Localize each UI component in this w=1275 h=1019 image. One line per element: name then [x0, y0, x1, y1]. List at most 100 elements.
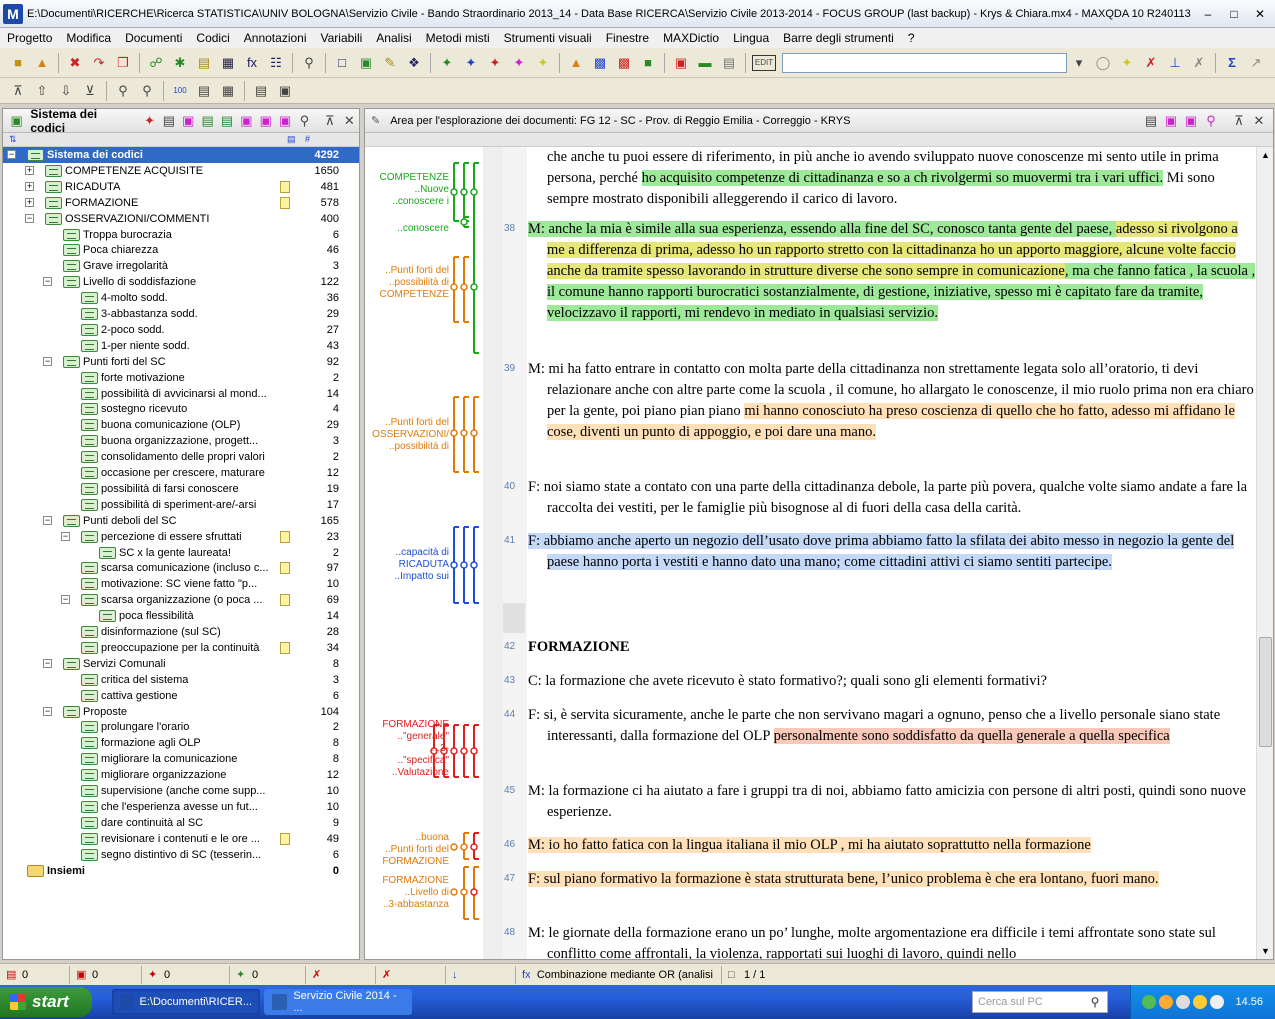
code-tree-row[interactable]: prolungare l'orario 2	[3, 719, 359, 735]
document-paragraph[interactable]: 43 C: la formazione che avete ricevuto è …	[504, 671, 1258, 692]
menu-item-1[interactable]: Modifica	[59, 31, 118, 45]
new-project-icon[interactable]: ■	[8, 53, 28, 73]
remove-code-icon[interactable]: ✗	[1141, 53, 1161, 73]
tray-network-icon[interactable]	[1176, 995, 1191, 1009]
fit-icon[interactable]: ▦	[218, 81, 238, 101]
collapse-icon[interactable]: −	[61, 595, 70, 605]
code-tree-row[interactable]: − Punti forti del SC 92	[3, 354, 359, 370]
coded-segment[interactable]: personalmente sono soddisfatto da quella…	[773, 728, 1170, 744]
pin-icon[interactable]: ⊼	[320, 111, 339, 131]
code-tree-row[interactable]: supervisione (anche come supp... 10	[3, 783, 359, 799]
search-icon[interactable]: ⚲	[1201, 111, 1221, 131]
code-tree-row[interactable]: − Proposte 104	[3, 704, 359, 720]
status-segments[interactable]: ✦ 0	[230, 965, 306, 984]
code-favorites-icon[interactable]: ▣	[237, 111, 256, 131]
code-tree-row[interactable]: Poca chiarezza 46	[3, 242, 359, 258]
matrix-icon[interactable]: ▩	[590, 53, 610, 73]
code-tree-row[interactable]: sostegno ricevuto 4	[3, 401, 359, 417]
code-tree-row[interactable]: formazione agli OLP 8	[3, 735, 359, 751]
colors-icon[interactable]: ▣	[671, 53, 691, 73]
code-tree-row[interactable]: possibilità di speriment-are/-arsi 17	[3, 497, 359, 513]
code-tree-row[interactable]: cattiva gestione 6	[3, 688, 359, 704]
expand-icon[interactable]: +	[25, 181, 34, 191]
code-tree-row[interactable]: buona organizzazione, progett... 3	[3, 433, 359, 449]
code-tree-row[interactable]: 1-per niente sodd. 43	[3, 338, 359, 354]
function-icon[interactable]: fx	[242, 53, 262, 73]
minimize-button[interactable]: –	[1197, 5, 1219, 23]
pin-icon[interactable]: ⊼	[1229, 111, 1249, 131]
code-tree-row[interactable]: che l'esperienza avesse un fut... 10	[3, 799, 359, 815]
tray-shield-icon[interactable]	[1193, 995, 1208, 1009]
maximize-button[interactable]: □	[1223, 5, 1245, 23]
code-stripe-label[interactable]: ..buona ..Punti forti del FORMAZIONE	[365, 832, 449, 868]
document-paragraph[interactable]: 40 F: noi siamo state a contato con una p…	[504, 477, 1258, 519]
export-icon[interactable]: ▣	[1161, 111, 1181, 131]
close-panel-icon[interactable]: ✕	[340, 111, 359, 131]
zoom-in-icon[interactable]: ⚲	[113, 81, 133, 101]
tray-update-icon[interactable]	[1159, 995, 1174, 1009]
code-tree-row[interactable]: disinformazione (sul SC) 28	[3, 624, 359, 640]
sum-icon[interactable]: Σ	[1222, 53, 1242, 73]
menu-item-2[interactable]: Documenti	[118, 31, 189, 45]
quick-code-icon[interactable]: ◯	[1093, 53, 1113, 73]
zoom-out-icon[interactable]: ⚲	[137, 81, 157, 101]
strike-icon[interactable]: ✗	[1189, 53, 1209, 73]
sort-icon[interactable]: ⇅	[9, 134, 17, 145]
search-icon[interactable]: ⚲	[1084, 992, 1106, 1012]
menu-item-13[interactable]: ?	[901, 31, 922, 45]
close-panel-icon[interactable]: ✕	[1249, 111, 1269, 131]
zoom-100-icon[interactable]: 100	[170, 81, 190, 101]
expand-icon[interactable]: +	[25, 165, 34, 175]
code-tree-row[interactable]: − scarsa organizzazione (o poca ... 69	[3, 592, 359, 608]
code-tree-row[interactable]: + FORMAZIONE 578	[3, 195, 359, 211]
code-tree-row[interactable]: possibilità di farsi conoscere 19	[3, 481, 359, 497]
combo-dropdown-icon[interactable]: ▾	[1069, 53, 1089, 73]
menu-item-10[interactable]: MAXDictio	[656, 31, 726, 45]
code-memo-icon[interactable]: ▤	[198, 111, 217, 131]
scroll-down-arrow-icon[interactable]: ▼	[1257, 943, 1273, 959]
activate-blue-icon[interactable]: ✦	[461, 53, 481, 73]
document-paragraph[interactable]: 41 F: abbiamo anche aperto un negozio del…	[504, 531, 1258, 573]
scrollbar-thumb[interactable]	[1259, 637, 1272, 747]
link-icon[interactable]: ↷	[89, 53, 109, 73]
search-icon[interactable]: ⚲	[295, 111, 314, 131]
coded-segment[interactable]: M: anche la mia è simile alla sua esperi…	[528, 221, 1116, 237]
chart-icon[interactable]: ■	[638, 53, 658, 73]
code-tree-row[interactable]: forte motivazione 2	[3, 370, 359, 386]
code-tree-row[interactable]: SC x la gente laureata! 2	[3, 545, 359, 561]
code-stripe-label[interactable]: ..capacità di RICADUTA ..Impatto sui	[365, 547, 449, 583]
collapse-icon[interactable]: −	[43, 515, 52, 525]
variables-icon[interactable]: ✱	[170, 53, 190, 73]
status-combination[interactable]: fx Combinazione mediante OR (analisi star	[516, 965, 722, 984]
save-icon[interactable]: ▣	[275, 81, 295, 101]
document-paragraph[interactable]: 45 M: la formazione ci ha aiutato a fare …	[504, 781, 1258, 823]
underline-icon[interactable]: ⊥	[1165, 53, 1185, 73]
code-tree-row[interactable]: − Sistema dei codici 4292	[3, 147, 359, 163]
search-icon[interactable]: ⚲	[299, 53, 319, 73]
print-icon[interactable]: ▤	[251, 81, 271, 101]
print-icon[interactable]: ▤	[159, 111, 178, 131]
code-tree-row[interactable]: scarsa comunicazione (incluso c... 97	[3, 560, 359, 576]
table-icon[interactable]: ▦	[218, 53, 238, 73]
layout-icon[interactable]: ▤	[719, 53, 739, 73]
stripes-icon[interactable]: ▬	[695, 53, 715, 73]
status-activated[interactable]: ✦ 0	[142, 965, 230, 984]
close-button[interactable]: ✕	[1249, 5, 1271, 23]
hyperlink-icon[interactable]: ☍	[146, 53, 166, 73]
menu-item-9[interactable]: Finestre	[599, 31, 656, 45]
collapse-icon[interactable]: −	[43, 356, 52, 366]
move-down-icon[interactable]: ⇩	[56, 81, 76, 101]
code-tree-row[interactable]: 3-abbastanza sodd. 29	[3, 306, 359, 322]
activate-pink-icon[interactable]: ✦	[509, 53, 529, 73]
tray-clock[interactable]: 14.56	[1235, 996, 1263, 1008]
code-stripe-label[interactable]: ..conoscere	[365, 223, 449, 235]
code-stripe-label[interactable]: ..Punti forti del ..possibilità di COMPETE…	[365, 265, 449, 301]
coded-segment[interactable]: ho acquisito competenze di cittadinanza …	[641, 170, 1164, 186]
code-tree-row[interactable]: critica del sistema 3	[3, 672, 359, 688]
code-tree-row[interactable]: possibilità di avvicinarsi al mond... 14	[3, 386, 359, 402]
document-paragraph[interactable]: 44 F: si, è servita sicuramente, anche le…	[504, 705, 1258, 747]
expand-all-icon[interactable]: ⊻	[80, 81, 100, 101]
start-button[interactable]: start	[0, 987, 92, 1017]
menu-item-0[interactable]: Progetto	[0, 31, 59, 45]
collapse-icon[interactable]: −	[25, 213, 34, 223]
